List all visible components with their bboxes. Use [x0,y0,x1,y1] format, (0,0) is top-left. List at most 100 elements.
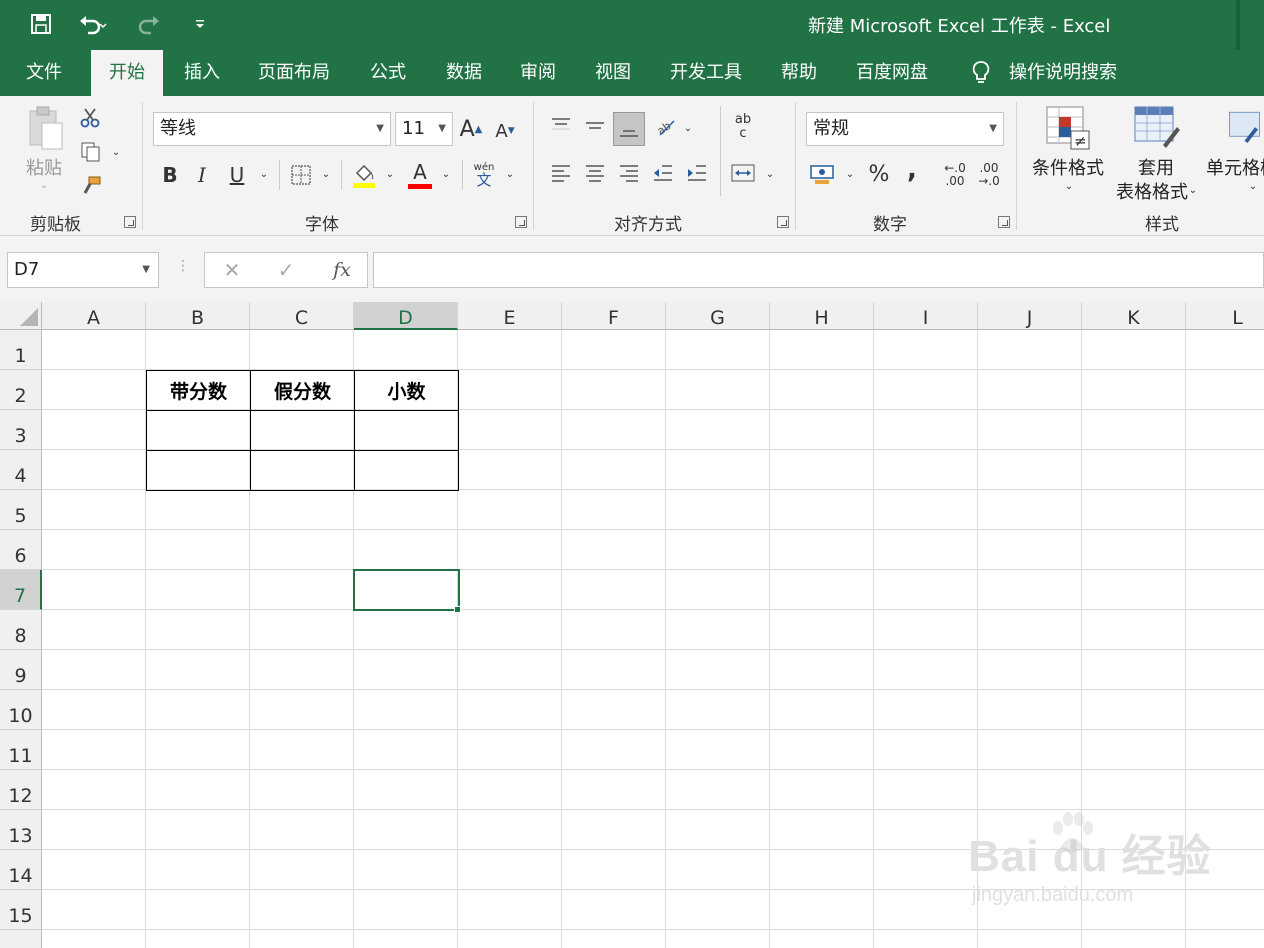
column-header-C[interactable]: C [250,302,354,330]
row-header-7[interactable]: 7 [0,570,42,610]
tab-page-layout[interactable]: 页面布局 [248,50,340,96]
font-size-select[interactable]: 11 ▼ [395,112,453,146]
tab-developer[interactable]: 开发工具 [660,50,752,96]
align-right-icon[interactable] [616,160,642,186]
row-header-14[interactable]: 14 [0,850,42,890]
tab-help[interactable]: 帮助 [767,50,831,96]
resize-handle-icon[interactable]: ⋮ [176,259,190,278]
cell-B2[interactable]: 带分数 [147,371,250,410]
font-color-icon[interactable]: A [406,160,434,190]
column-header-F[interactable]: F [562,302,666,330]
paste-label[interactable]: 粘贴 [22,154,66,180]
cell-styles-dropdown-icon[interactable]: ⌄ [1246,180,1260,192]
tab-data[interactable]: 数据 [432,50,496,96]
copy-icon[interactable] [78,140,104,164]
enter-icon[interactable]: ✓ [273,257,299,283]
tab-file[interactable]: 文件 [12,50,76,96]
tab-insert[interactable]: 插入 [170,50,234,96]
font-name-select[interactable]: 等线 ▼ [153,112,391,146]
row-header-1[interactable]: 1 [0,330,42,370]
italic-button[interactable]: I [190,162,214,188]
merge-dropdown-icon[interactable]: ⌄ [762,166,778,182]
align-top-icon[interactable] [548,114,574,138]
row-header-15[interactable]: 15 [0,890,42,930]
conditional-formatting-icon[interactable]: ≠ [1044,104,1092,152]
format-as-table-icon[interactable] [1132,104,1182,152]
select-all-button[interactable] [0,302,42,330]
row-header-4[interactable]: 4 [0,450,42,490]
cell-styles-label[interactable]: 单元格样式 [1206,154,1264,180]
column-header-G[interactable]: G [666,302,770,330]
column-header-B[interactable]: B [146,302,250,330]
column-header-J[interactable]: J [978,302,1082,330]
column-header-L[interactable]: L [1186,302,1264,330]
row-header-9[interactable]: 9 [0,650,42,690]
tab-home[interactable]: 开始 [91,50,163,96]
phonetic-guide-icon[interactable]: wén 文 [470,158,498,190]
row-header-12[interactable]: 12 [0,770,42,810]
shrink-font-icon[interactable]: A ▼ [492,118,518,144]
merge-center-icon[interactable] [730,160,756,186]
fill-color-dropdown-icon[interactable]: ⌄ [382,166,398,182]
column-header-A[interactable]: A [42,302,146,330]
row-header-16[interactable]: 16 [0,930,42,948]
row-header-3[interactable]: 3 [0,410,42,450]
paste-dropdown-icon[interactable]: ⌄ [36,180,52,191]
increase-decimal-button[interactable]: ←.0.00 [938,160,972,190]
cell-styles-icon[interactable] [1228,104,1264,152]
format-painter-icon[interactable] [78,174,104,198]
row-header-5[interactable]: 5 [0,490,42,530]
orientation-dropdown-icon[interactable]: ⌄ [680,120,696,136]
number-format-select[interactable]: 常规 ▼ [806,112,1004,146]
row-header-8[interactable]: 8 [0,610,42,650]
column-header-D[interactable]: D [354,302,458,330]
name-box[interactable]: D7 ▼ [7,252,159,288]
cell-C2[interactable]: 假分数 [251,371,354,410]
paste-icon[interactable] [22,104,68,154]
cut-icon[interactable] [78,106,102,130]
tab-review[interactable]: 审阅 [506,50,570,96]
insert-function-icon[interactable]: fx [327,255,357,285]
row-header-13[interactable]: 13 [0,810,42,850]
number-launcher-icon[interactable] [998,216,1010,228]
align-center-icon[interactable] [582,160,608,186]
orientation-icon[interactable]: ab [652,114,678,138]
tab-baidu-netdisk[interactable]: 百度网盘 [846,50,938,96]
tab-formulas[interactable]: 公式 [356,50,420,96]
align-bottom-icon[interactable] [613,112,645,146]
accounting-format-icon[interactable] [808,160,838,188]
customize-icon[interactable] [190,10,210,38]
save-icon[interactable] [28,10,54,38]
underline-dropdown-icon[interactable]: ⌄ [256,166,272,182]
column-header-H[interactable]: H [770,302,874,330]
column-header-I[interactable]: I [874,302,978,330]
cancel-icon[interactable]: ✕ [219,257,245,283]
percent-style-button[interactable]: % [864,160,894,188]
column-header-K[interactable]: K [1082,302,1186,330]
undo-icon[interactable] [70,10,116,38]
row-header-10[interactable]: 10 [0,690,42,730]
alignment-launcher-icon[interactable] [777,216,789,228]
redo-icon[interactable] [128,10,174,38]
fill-color-icon[interactable] [350,160,378,190]
formula-input[interactable] [373,252,1264,288]
row-header-2[interactable]: 2 [0,370,42,410]
cell-D2[interactable]: 小数 [355,371,458,410]
font-color-dropdown-icon[interactable]: ⌄ [438,166,454,182]
underline-button[interactable]: U [224,162,250,188]
wrap-text-icon[interactable]: ab c [730,110,756,144]
active-cell-D7[interactable] [353,569,460,611]
decrease-decimal-button[interactable]: .00 →.0 [972,160,1006,190]
font-launcher-icon[interactable] [515,216,527,228]
row-header-11[interactable]: 11 [0,730,42,770]
column-header-E[interactable]: E [458,302,562,330]
fill-handle[interactable] [454,606,461,613]
format-as-table-dropdown-icon[interactable]: ⌄ [1186,184,1200,196]
align-middle-icon[interactable] [582,114,608,138]
tab-view[interactable]: 视图 [581,50,645,96]
format-as-table-label-bottom[interactable]: 表格格式 [1106,178,1198,204]
decrease-indent-icon[interactable] [650,160,676,186]
lightbulb-icon[interactable] [968,60,994,86]
comma-style-button[interactable]: , [900,155,924,185]
tell-me-search[interactable]: 操作说明搜索 [1006,50,1120,96]
